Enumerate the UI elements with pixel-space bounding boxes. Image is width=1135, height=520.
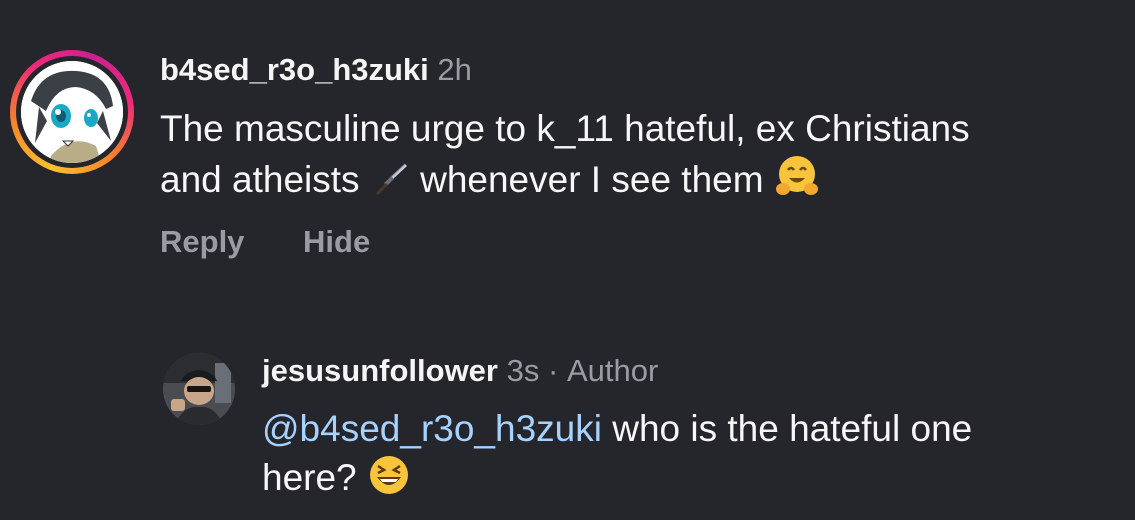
comment-line-2: and atheists whenever I see them: [160, 153, 1120, 211]
username-text[interactable]: jesusunfollower: [262, 353, 498, 388]
comment-timestamp: 2h: [437, 52, 472, 87]
hugging-face-icon: [774, 153, 820, 211]
comment-username[interactable]: b4sed_r3o_h3zuki 2h: [160, 52, 472, 88]
hide-button[interactable]: Hide: [303, 224, 370, 259]
avatar[interactable]: [163, 353, 235, 425]
comment-thread: b4sed_r3o_h3zuki 2h The masculine urge t…: [0, 0, 1135, 520]
reply-body: @b4sed_r3o_h3zuki who is the hateful one…: [262, 405, 1122, 509]
laughing-face-icon: [367, 453, 411, 509]
story-ring-avatar[interactable]: [10, 50, 134, 174]
comment-body: The masculine urge to k_11 hateful, ex C…: [160, 105, 1120, 211]
meta-separator: ·: [547, 353, 559, 388]
comment-actions: Reply Hide: [160, 224, 420, 260]
avatar: [21, 61, 123, 163]
reply-button[interactable]: Reply: [160, 224, 244, 259]
reply-timestamp: 3s: [506, 353, 540, 388]
comment-line-1: The masculine urge to k_11 hateful, ex C…: [160, 108, 970, 149]
dagger-icon: [370, 159, 410, 211]
username-text[interactable]: b4sed_r3o_h3zuki: [160, 52, 429, 87]
author-badge: Author: [566, 353, 659, 388]
mention-link[interactable]: @b4sed_r3o_h3zuki: [262, 408, 602, 449]
reply-username[interactable]: jesusunfollower 3s · Author: [262, 353, 658, 389]
